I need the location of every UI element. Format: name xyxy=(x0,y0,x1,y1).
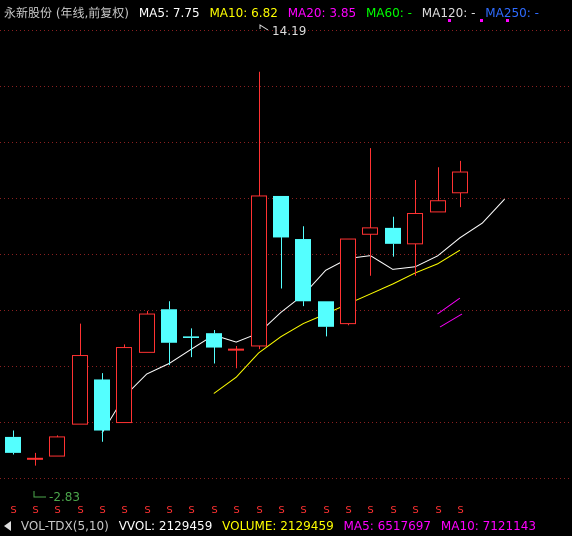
candle xyxy=(49,435,65,457)
candle-body-up xyxy=(362,227,378,235)
candle-body-up xyxy=(72,355,88,425)
dividend-markers: SSSSSSSSSSSSSSSSSSSSS xyxy=(10,505,463,516)
volume-indicator-name[interactable]: VOL-TDX(5,10) xyxy=(21,519,109,533)
dividend-marker: S xyxy=(457,505,463,516)
volume-value: VOLUME: 2129459 xyxy=(222,519,334,533)
candle-body-up xyxy=(228,348,244,351)
dividend-marker: S xyxy=(367,505,373,516)
dividend-marker: S xyxy=(10,505,16,516)
dividend-marker: S xyxy=(77,505,83,516)
ma120-legend: MA120: - xyxy=(421,6,476,20)
dividend-marker: S xyxy=(121,505,127,516)
candle-body-up xyxy=(116,347,132,424)
low-annotation-label: -2.83 xyxy=(49,490,80,504)
candle xyxy=(385,216,401,257)
candle xyxy=(228,345,244,369)
candle xyxy=(273,195,289,289)
dividend-marker: S xyxy=(412,505,418,516)
ma20-line xyxy=(437,297,461,315)
dividend-marker: S xyxy=(300,505,306,516)
ma60-legend: MA60: - xyxy=(365,6,412,20)
candle xyxy=(318,301,334,337)
candle-body-down xyxy=(295,239,311,302)
chart-header: 永新股份 (年线,前复权) MA5: 7.75 MA10: 6.82 MA20:… xyxy=(4,4,545,21)
candle xyxy=(27,452,43,466)
dividend-marker: S xyxy=(99,505,105,516)
dividend-marker: S xyxy=(256,505,262,516)
volume-indicator-bar: VOL-TDX(5,10) VVOL: 2129459 VOLUME: 2129… xyxy=(0,519,572,536)
dividend-marker: S xyxy=(188,505,194,516)
dividend-marker: S xyxy=(166,505,172,516)
candle-body-up xyxy=(407,213,423,245)
candle-body-up xyxy=(49,436,65,457)
candle xyxy=(407,180,423,276)
low-annotation-arrow xyxy=(33,491,46,498)
dividend-marker: S xyxy=(54,505,60,516)
candle-body-up xyxy=(139,313,155,353)
candle xyxy=(161,301,177,366)
candle-body-down xyxy=(318,301,334,327)
candle xyxy=(452,160,468,208)
candle xyxy=(116,344,132,424)
dividend-marker: S xyxy=(233,505,239,516)
candle xyxy=(94,373,110,442)
candle-body-up xyxy=(452,171,468,194)
candle-body-down xyxy=(273,195,289,238)
dividend-marker: S xyxy=(390,505,396,516)
dividend-marker: S xyxy=(211,505,217,516)
candle xyxy=(340,238,356,326)
candle-body-down xyxy=(206,333,222,348)
volume-ma10-value: MA10: 7121143 xyxy=(440,519,537,533)
dividend-marker: S xyxy=(144,505,150,516)
candle xyxy=(139,310,155,353)
ma20-tail xyxy=(439,313,463,328)
candle xyxy=(430,167,446,213)
dividend-marker: S xyxy=(32,505,38,516)
candle-body-up xyxy=(340,238,356,325)
dividend-marker: S xyxy=(278,505,284,516)
candle-body-down xyxy=(94,379,110,431)
dividend-marker: S xyxy=(345,505,351,516)
candle-body-up xyxy=(251,195,267,347)
dividend-marker: S xyxy=(323,505,329,516)
ma20-line-segment xyxy=(439,313,463,328)
stock-title: 永新股份 (年线,前复权) xyxy=(4,6,129,20)
candle xyxy=(72,323,88,425)
ma250-legend: MA250: - xyxy=(485,6,539,20)
candle xyxy=(295,226,311,307)
candle-body-down xyxy=(161,309,177,343)
candle-body-down xyxy=(5,436,21,453)
candle xyxy=(5,430,21,455)
candlestick-chart: S S S S S S S S S S S S S S S S S S S S S 14.19 -2.83 xyxy=(0,19,572,516)
candle-body-up xyxy=(430,200,446,213)
ma5-legend: MA5: 7.75 xyxy=(138,6,200,20)
dividend-marker: S xyxy=(435,505,441,516)
candle xyxy=(206,330,222,364)
volume-ma5-value: MA5: 6517697 xyxy=(343,519,432,533)
candle-body-up xyxy=(27,457,43,460)
collapse-arrow-icon[interactable] xyxy=(4,521,11,531)
candle xyxy=(251,71,267,350)
candle-body-down xyxy=(183,336,199,338)
ma10-line xyxy=(213,249,461,394)
high-annotation-label: 14.19 xyxy=(272,24,306,38)
vvol-value: VVOL: 2129459 xyxy=(118,519,213,533)
candle-body-down xyxy=(385,227,401,244)
ma20-legend: MA20: 3.85 xyxy=(287,6,357,20)
high-annotation-arrow xyxy=(259,24,269,31)
ma10-legend: MA10: 6.82 xyxy=(209,6,278,20)
